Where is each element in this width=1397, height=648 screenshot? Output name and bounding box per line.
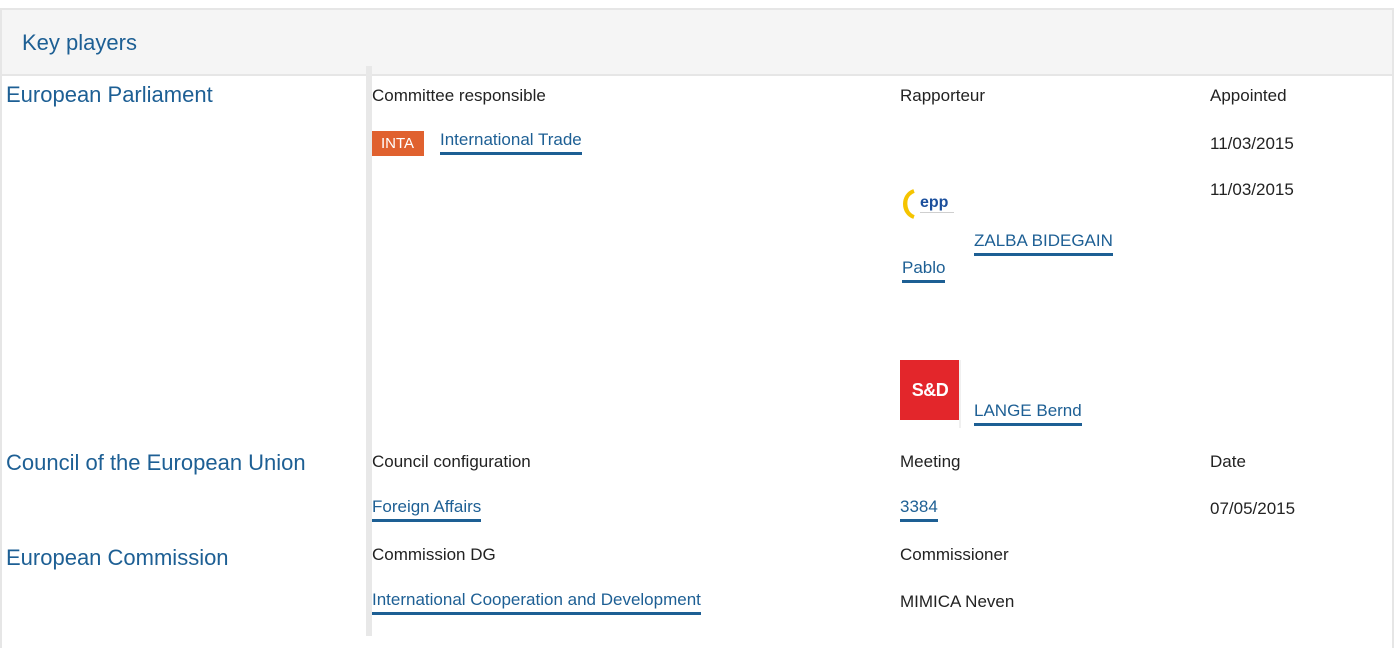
header-council-configuration: Council configuration bbox=[372, 452, 531, 471]
committee-badge: INTA bbox=[372, 131, 425, 156]
council-configuration-link[interactable]: Foreign Affairs bbox=[372, 497, 482, 522]
committee-link[interactable]: International Trade bbox=[440, 130, 582, 155]
meeting-link[interactable]: 3384 bbox=[900, 497, 938, 522]
org-commission: European Commission bbox=[6, 545, 229, 570]
svg-text:epp: epp bbox=[920, 194, 949, 211]
org-european-parliament: European Parliament bbox=[6, 82, 213, 107]
commission-dg-link[interactable]: International Cooperation and Developmen… bbox=[372, 590, 701, 615]
rapporteur-1-link-line1[interactable]: ZALBA BIDEGAIN bbox=[974, 231, 1113, 256]
header-appointed: Appointed bbox=[1210, 86, 1287, 105]
header-committee-responsible: Committee responsible bbox=[372, 86, 546, 105]
commissioner-name: MIMICA Neven bbox=[900, 592, 1015, 611]
panel-title: Key players bbox=[22, 30, 137, 55]
rapporteur-1-link-line2[interactable]: Pablo bbox=[902, 258, 946, 283]
panel-header: Key players bbox=[2, 10, 1392, 76]
meeting-date: 07/05/2015 bbox=[1210, 499, 1296, 518]
rapporteur-2-link[interactable]: LANGE Bernd bbox=[974, 401, 1082, 426]
committee-appointed-date: 11/03/2015 bbox=[1210, 134, 1294, 153]
header-meeting: Meeting bbox=[900, 452, 961, 471]
rapporteur-1-appointed: 11/03/2015 bbox=[1210, 180, 1294, 199]
header-date: Date bbox=[1210, 452, 1246, 471]
header-commission-dg: Commission DG bbox=[372, 545, 496, 564]
header-rapporteur: Rapporteur bbox=[900, 86, 986, 105]
epp-logo: epp bbox=[900, 183, 964, 247]
sd-logo: S&D bbox=[900, 360, 961, 428]
epp-logo-graphic: epp bbox=[903, 189, 954, 219]
header-commissioner: Commissioner bbox=[900, 545, 1009, 564]
org-council: Council of the European Union bbox=[6, 450, 306, 475]
